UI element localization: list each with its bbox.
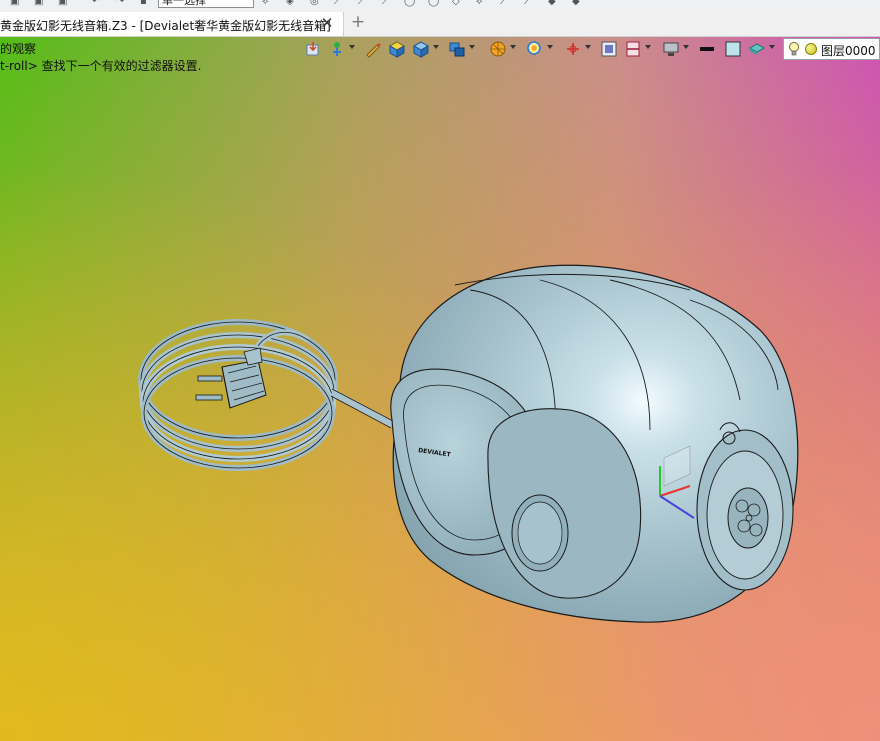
toolbar-icon-9[interactable]: ⟋	[358, 0, 365, 7]
command-prompt-line-2: t-roll> 查找下一个有效的过滤器设置.	[0, 59, 202, 73]
chevron-down-icon[interactable]	[433, 45, 439, 49]
toolbar-icon-18[interactable]: ◆	[572, 0, 580, 7]
view-cube-icon[interactable]	[448, 40, 466, 58]
toolbar-icon-16[interactable]: ⟋	[524, 0, 531, 7]
bulb-icon[interactable]	[788, 41, 800, 57]
power-cable	[138, 319, 394, 471]
cube-icon[interactable]	[412, 40, 430, 58]
undo-icon[interactable]: ↶	[92, 0, 100, 7]
tab-document-label: 黄金版幻影无线音箱.Z3 - [Devialet奢华黄金版幻影无线音箱]	[0, 19, 331, 33]
chevron-down-icon[interactable]	[349, 45, 355, 49]
section-icon[interactable]	[624, 40, 642, 58]
pen-icon[interactable]	[364, 40, 382, 58]
toolbar-icon-12[interactable]: ◯	[428, 0, 439, 7]
toolbar-icon-15[interactable]: ⟋	[500, 0, 507, 7]
toolbar-icon-3[interactable]: ▣	[58, 0, 67, 7]
toolbar-icon-8[interactable]: ⟋	[334, 0, 341, 7]
chevron-down-icon[interactable]	[585, 45, 591, 49]
chevron-down-icon[interactable]	[769, 45, 775, 49]
layer-color-icon	[805, 43, 817, 55]
toolbar-icon-7[interactable]: ◎	[310, 0, 319, 7]
view-toolbar	[302, 38, 780, 60]
toolbar-icon-17[interactable]: ◆	[548, 0, 556, 7]
chevron-down-icon[interactable]	[683, 45, 689, 49]
chevron-down-icon[interactable]	[510, 45, 516, 49]
chevron-down-icon[interactable]	[469, 45, 475, 49]
chevron-down-icon[interactable]	[547, 45, 553, 49]
shaded-cube-icon[interactable]	[388, 40, 406, 58]
frame-icon[interactable]	[600, 40, 618, 58]
chevron-down-icon[interactable]	[645, 45, 651, 49]
redo-icon[interactable]: ↷	[116, 0, 124, 7]
toolbar-icon-13[interactable]: ◇	[452, 0, 460, 7]
zoom-icon[interactable]	[526, 40, 544, 58]
document-tab-bar: 黄金版幻影无线音箱.Z3 - [Devialet奢华黄金版幻影无线音箱] ✕ +	[0, 10, 880, 37]
cad-application: DEVIALET ▣ ▣ ▣ ↶ ↷ ▪ 单一选择 ⟡ ◈ ◎ ⟋ ⟋ ⟋ ◯ …	[0, 0, 880, 741]
display-icon[interactable]	[662, 40, 680, 58]
axis-icon[interactable]	[564, 40, 582, 58]
speaker-model[interactable]: DEVIALET	[390, 264, 799, 623]
toolbar-icon-5[interactable]: ⟡	[262, 0, 269, 7]
model-viewport[interactable]: DEVIALET	[0, 0, 880, 741]
toolbar-icon-10[interactable]: ⟋	[382, 0, 389, 7]
line-color-icon[interactable]	[698, 40, 716, 58]
render-icon[interactable]	[489, 40, 507, 58]
close-icon[interactable]: ✕	[318, 14, 336, 32]
toolbar-icon-11[interactable]: ◯	[404, 0, 415, 7]
layer-name: 图层0000	[821, 44, 876, 58]
toolbar-icon-14[interactable]: ⟡	[476, 0, 483, 7]
import-icon[interactable]	[304, 40, 322, 58]
toolbar-icon-1[interactable]: ▣	[10, 0, 19, 7]
command-prompt-line-1: 的观察	[0, 42, 37, 56]
layer-selector[interactable]: 图层0000	[783, 38, 880, 60]
fill-color-icon[interactable]	[724, 40, 742, 58]
material-icon[interactable]	[748, 40, 766, 58]
move-icon[interactable]	[328, 40, 346, 58]
select-mode-dropdown[interactable]: 单一选择	[158, 0, 254, 8]
add-tab-icon[interactable]: +	[350, 13, 366, 31]
toolbar-icon-2[interactable]: ▣	[34, 0, 43, 7]
toolbar-icon-6[interactable]: ◈	[286, 0, 294, 7]
tab-document[interactable]: 黄金版幻影无线音箱.Z3 - [Devialet奢华黄金版幻影无线音箱] ✕	[0, 12, 344, 36]
toolbar-icon-4[interactable]: ▪	[140, 0, 147, 7]
